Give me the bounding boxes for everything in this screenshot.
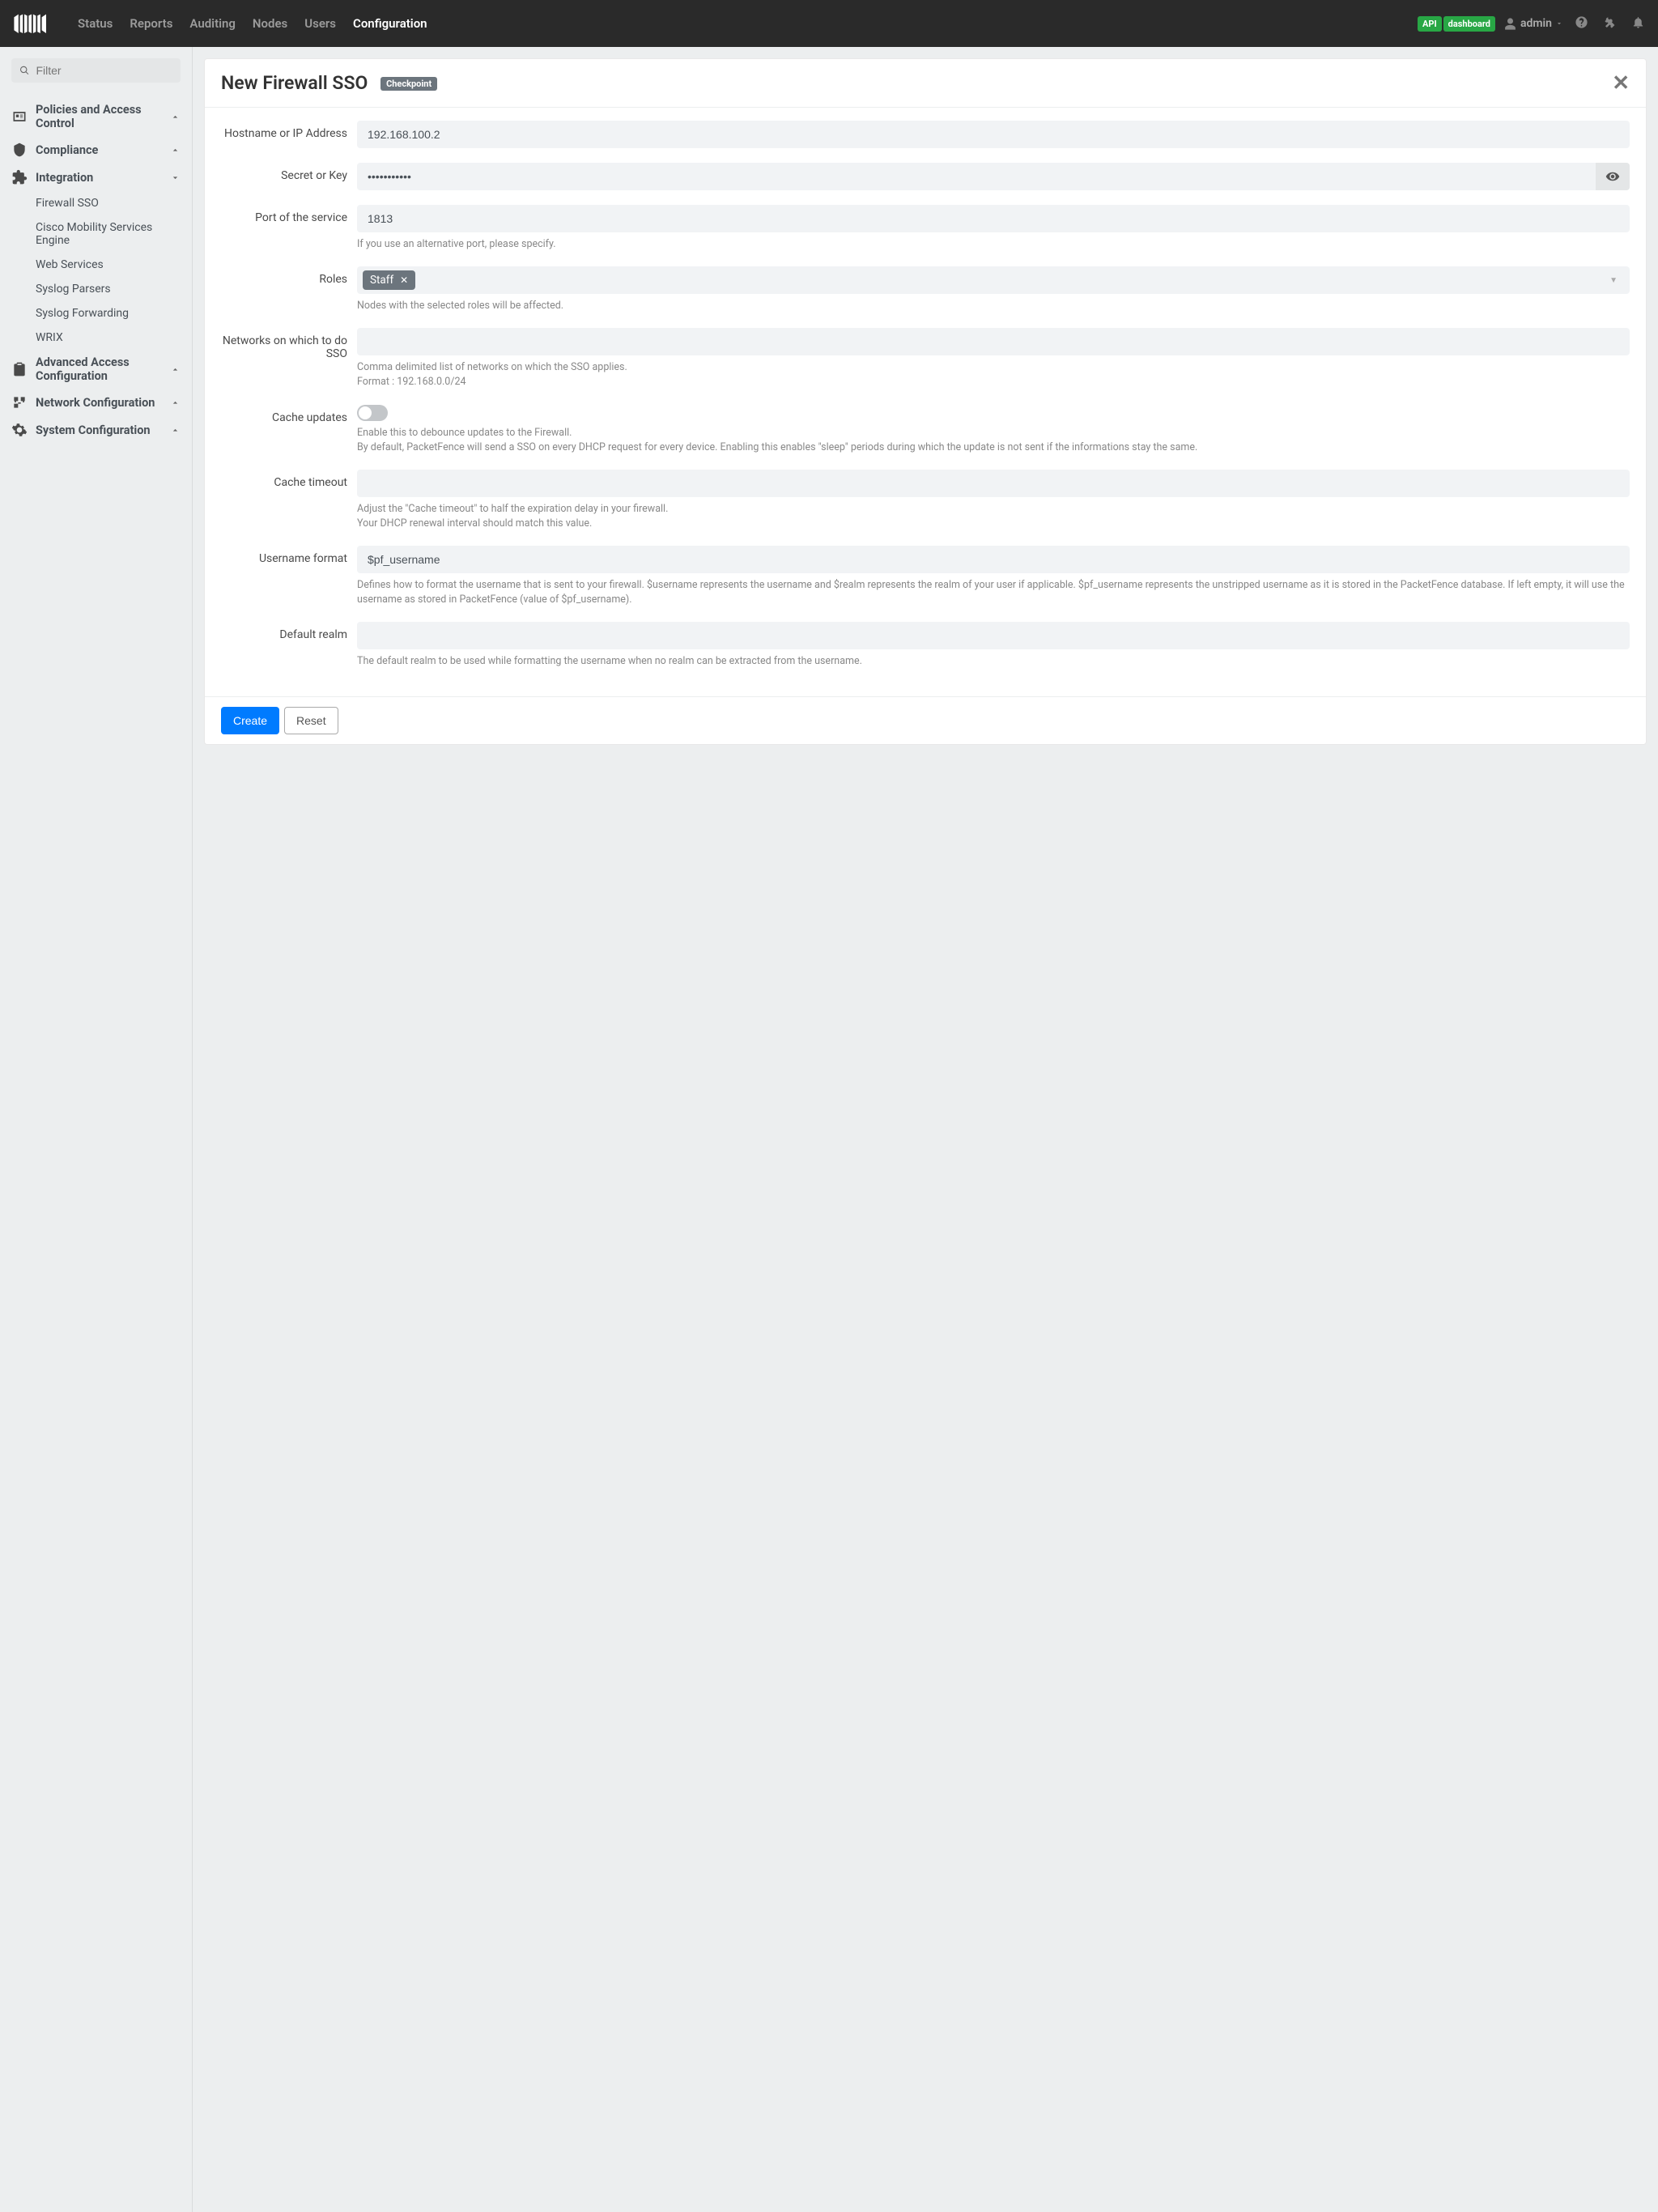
caret-down-icon: ▼ xyxy=(1609,276,1624,285)
chevron-down-icon xyxy=(170,172,181,183)
dashboard-badge[interactable]: dashboard xyxy=(1443,16,1495,32)
create-button[interactable]: Create xyxy=(221,707,279,734)
port-input[interactable] xyxy=(357,205,1630,232)
tools-icon xyxy=(1603,15,1617,29)
chevron-up-icon xyxy=(170,364,181,375)
top-bar: Status Reports Auditing Nodes Users Conf… xyxy=(0,0,1658,47)
reveal-secret-button[interactable] xyxy=(1596,163,1630,190)
nav-status[interactable]: Status xyxy=(71,10,119,37)
nav-nodes[interactable]: Nodes xyxy=(246,10,294,37)
secret-label: Secret or Key xyxy=(221,163,357,190)
sidebar-section-network-config[interactable]: Network Configuration xyxy=(11,389,181,416)
remove-role-button[interactable]: ✕ xyxy=(400,274,408,286)
caret-down-icon xyxy=(1555,19,1563,28)
default-realm-input[interactable] xyxy=(357,622,1630,649)
gears-icon xyxy=(11,422,28,438)
api-badge[interactable]: API xyxy=(1418,16,1442,32)
networks-help-1: Comma delimited list of networks on whic… xyxy=(357,360,1630,375)
sidebar-item-syslog-forwarding[interactable]: Syslog Forwarding xyxy=(36,301,181,325)
user-menu[interactable]: admin xyxy=(1503,17,1563,31)
sidebar-section-advanced-access[interactable]: Advanced Access Configuration xyxy=(11,350,181,389)
username-format-help: Defines how to format the username that … xyxy=(357,578,1630,607)
sidebar: Policies and Access Control Compliance I… xyxy=(0,47,193,2212)
id-card-icon xyxy=(11,108,28,125)
sidebar-section-policies[interactable]: Policies and Access Control xyxy=(11,97,181,136)
close-button[interactable]: ✕ xyxy=(1612,73,1630,94)
roles-label: Roles xyxy=(221,266,357,313)
chevron-up-icon xyxy=(170,112,181,122)
close-icon: ✕ xyxy=(1612,71,1630,96)
hostname-input[interactable] xyxy=(357,121,1630,148)
roles-help: Nodes with the selected roles will be af… xyxy=(357,299,1630,313)
user-icon xyxy=(1503,17,1517,31)
cache-updates-help-2: By default, PacketFence will send a SSO … xyxy=(357,440,1630,455)
nav-auditing[interactable]: Auditing xyxy=(183,10,242,37)
role-tag-staff: Staff ✕ xyxy=(363,270,415,290)
sidebar-section-system-config[interactable]: System Configuration xyxy=(11,416,181,444)
hostname-label: Hostname or IP Address xyxy=(221,121,357,148)
sidebar-section-compliance[interactable]: Compliance xyxy=(11,136,181,164)
sidebar-item-cisco-mse[interactable]: Cisco Mobility Services Engine xyxy=(36,215,181,253)
cache-updates-label: Cache updates xyxy=(221,405,357,455)
sidebar-item-wrix[interactable]: WRIX xyxy=(36,325,181,350)
eye-icon xyxy=(1605,169,1620,184)
port-label: Port of the service xyxy=(221,205,357,252)
filter-input[interactable] xyxy=(36,64,172,77)
cache-timeout-input[interactable] xyxy=(357,470,1630,497)
chevron-up-icon xyxy=(170,425,181,436)
page-title: New Firewall SSO Checkpoint xyxy=(221,72,437,94)
type-badge: Checkpoint xyxy=(380,77,437,91)
sidebar-filter[interactable] xyxy=(11,58,181,83)
cache-updates-help-1: Enable this to debounce updates to the F… xyxy=(357,426,1630,440)
default-realm-help: The default realm to be used while forma… xyxy=(357,654,1630,669)
question-circle-icon xyxy=(1575,15,1588,29)
sidebar-item-web-services[interactable]: Web Services xyxy=(36,253,181,277)
bell-icon xyxy=(1631,15,1645,29)
chevron-up-icon xyxy=(170,145,181,155)
networks-help-2: Format : 192.168.0.0/24 xyxy=(357,375,1630,389)
networks-label: Networks on which to do SSO xyxy=(221,328,357,389)
cache-timeout-help-1: Adjust the "Cache timeout" to half the e… xyxy=(357,502,1630,517)
card-footer: Create Reset xyxy=(205,696,1646,744)
card-header: New Firewall SSO Checkpoint ✕ xyxy=(205,59,1646,108)
search-icon xyxy=(19,65,29,76)
sidebar-item-syslog-parsers[interactable]: Syslog Parsers xyxy=(36,277,181,301)
cache-timeout-label: Cache timeout xyxy=(221,470,357,531)
port-help: If you use an alternative port, please s… xyxy=(357,237,1630,252)
nav-configuration[interactable]: Configuration xyxy=(346,10,434,37)
default-realm-label: Default realm xyxy=(221,622,357,669)
notifications-button[interactable] xyxy=(1628,12,1648,36)
roles-select[interactable]: Staff ✕ ▼ xyxy=(357,266,1630,294)
username-format-label: Username format xyxy=(221,546,357,607)
network-icon xyxy=(11,394,28,410)
help-button[interactable] xyxy=(1571,12,1592,36)
chevron-up-icon xyxy=(170,398,181,408)
secret-input[interactable] xyxy=(357,163,1596,190)
shield-icon xyxy=(11,142,28,158)
integration-subitems: Firewall SSO Cisco Mobility Services Eng… xyxy=(11,191,181,350)
cache-timeout-help-2: Your DHCP renewal interval should match … xyxy=(357,517,1630,531)
nav-users[interactable]: Users xyxy=(298,10,342,37)
clipboard-icon xyxy=(11,361,28,377)
tools-button[interactable] xyxy=(1600,12,1620,36)
main-content: New Firewall SSO Checkpoint ✕ Hostname o… xyxy=(193,47,1658,2212)
cache-updates-toggle[interactable] xyxy=(357,405,388,421)
networks-input[interactable] xyxy=(357,328,1630,355)
primary-nav: Status Reports Auditing Nodes Users Conf… xyxy=(71,10,434,37)
username-format-input[interactable] xyxy=(357,546,1630,573)
app-logo[interactable] xyxy=(10,11,55,36)
form-card: New Firewall SSO Checkpoint ✕ Hostname o… xyxy=(204,58,1647,745)
nav-reports[interactable]: Reports xyxy=(123,10,179,37)
topbar-right: API dashboard admin xyxy=(1418,12,1648,36)
sidebar-item-firewall-sso[interactable]: Firewall SSO xyxy=(36,191,181,215)
reset-button[interactable]: Reset xyxy=(284,707,338,734)
puzzle-icon xyxy=(11,169,28,185)
sidebar-section-integration[interactable]: Integration xyxy=(11,164,181,191)
